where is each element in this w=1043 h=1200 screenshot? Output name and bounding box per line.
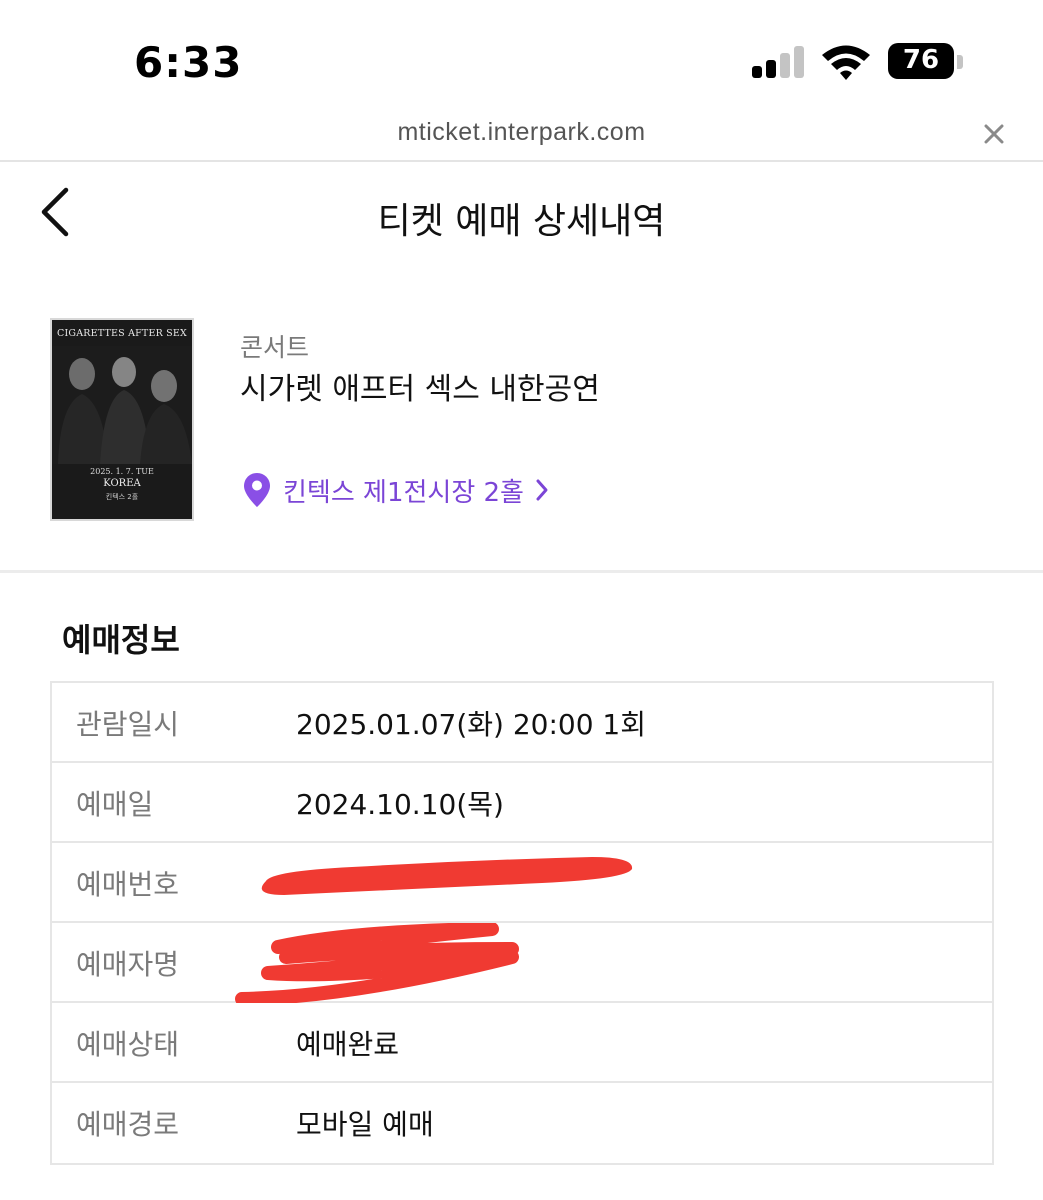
info-row-booking-date: 예매일 2024.10.10(목) (52, 763, 992, 843)
chevron-right-icon (536, 479, 548, 501)
cellular-signal-icon (752, 46, 806, 78)
section-divider (0, 570, 1043, 573)
info-row-booker-name: 예매자명 (52, 923, 992, 1003)
page-title: 티켓 예매 상세내역 (377, 201, 666, 242)
battery-level: 76 (902, 45, 940, 75)
status-time: 6:33 (134, 38, 243, 87)
booking-info-title: 예매정보 (62, 621, 180, 659)
poster-headline: CIGARETTES AFTER SEX (57, 328, 187, 339)
status-bar: 6:33 76 (0, 0, 1043, 110)
url-text[interactable]: mticket.interpark.com (0, 118, 1043, 147)
page-header: 티켓 예매 상세내역 (0, 162, 1043, 272)
location-pin-icon (244, 473, 270, 507)
info-value: 모바일 예매 (296, 1108, 434, 1141)
info-label: 관람일시 (76, 708, 180, 741)
battery-tip (957, 55, 963, 69)
info-row-booking-channel: 예매경로 모바일 예매 (52, 1083, 992, 1163)
info-value: 2025.01.07(화) 20:00 1회 (296, 708, 646, 741)
battery-icon: 76 (888, 43, 954, 79)
info-label: 예매상태 (76, 1028, 180, 1061)
poster-date: 2025. 1. 7. TUE (90, 467, 154, 476)
close-icon[interactable] (980, 120, 1008, 148)
redaction-scribble (235, 923, 519, 1003)
info-label: 예매일 (76, 788, 154, 821)
info-row-viewing-datetime: 관람일시 2025.01.07(화) 20:00 1회 (52, 683, 992, 763)
poster-photo (52, 346, 192, 464)
venue-link[interactable]: 킨텍스 제1전시장 2홀 (243, 470, 550, 510)
info-label: 예매경로 (76, 1108, 180, 1141)
url-bar[interactable]: mticket.interpark.com (0, 110, 1043, 162)
redaction-scribble (261, 857, 633, 895)
poster-venue: 킨텍스 2홀 (105, 493, 139, 501)
event-title: 시가렛 애프터 섹스 내한공연 (240, 372, 600, 407)
event-category: 콘서트 (240, 333, 310, 362)
poster-country: KOREA (103, 478, 141, 489)
info-row-booking-status: 예매상태 예매완료 (52, 1003, 992, 1083)
venue-label[interactable]: 킨텍스 제1전시장 2홀 (283, 472, 524, 509)
event-poster[interactable]: CIGARETTES AFTER SEX 2025. 1. 7. TUE KOR… (50, 318, 194, 521)
booking-info-table: 관람일시 2025.01.07(화) 20:00 1회 예매일 2024.10.… (50, 681, 994, 1165)
info-value: 2024.10.10(목) (296, 788, 504, 821)
info-value: 예매완료 (296, 1028, 400, 1061)
wifi-icon (822, 45, 870, 80)
info-row-booking-number: 예매번호 (52, 843, 992, 923)
event-summary: CIGARETTES AFTER SEX 2025. 1. 7. TUE KOR… (0, 310, 1043, 570)
